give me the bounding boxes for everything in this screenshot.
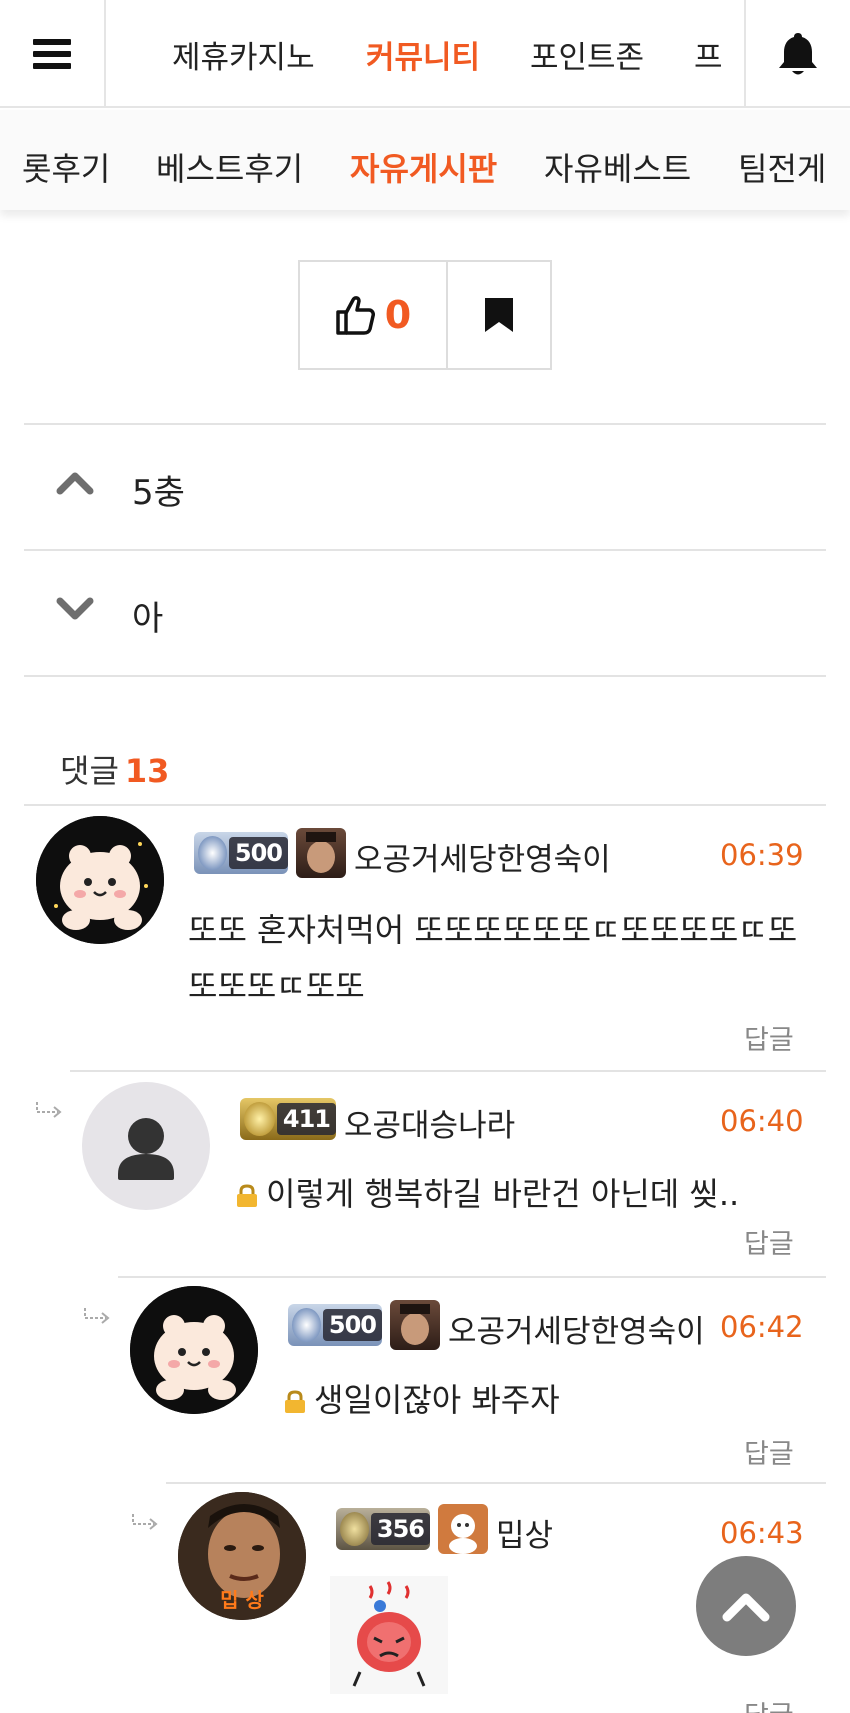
level-emblem-icon	[244, 1102, 275, 1136]
default-user-icon	[118, 1118, 174, 1180]
user-icon-image	[438, 1504, 488, 1554]
scroll-top-button[interactable]	[696, 1556, 796, 1656]
level-emblem-icon	[292, 1308, 321, 1342]
level-number: 500	[228, 837, 288, 869]
comments-count: 13	[124, 752, 170, 790]
comment-item: 411 오공대승나라 06:40 이렇게 행복하길 바란건 아닌데 씾.. 답글	[36, 1070, 826, 1276]
bell-icon	[779, 33, 817, 75]
comment-text: 또또 혼자처먹어 또또또또또또ㄸ또또또또ㄸ또 또또또ㄸ또또	[188, 911, 798, 1005]
menu-button[interactable]	[0, 0, 106, 108]
prev-post-title: 5충	[132, 473, 185, 513]
level-badge: 411	[240, 1098, 336, 1140]
board-tabs: 롯후기 베스트후기 자유게시판 자유베스트 팀전게	[0, 110, 850, 210]
comment-time: 06:40	[720, 1104, 804, 1138]
post-actions: 0	[298, 260, 552, 370]
chevron-down-icon	[56, 597, 94, 620]
avatar[interactable]: 밉 상	[178, 1492, 306, 1620]
comment-divider	[24, 804, 826, 806]
level-badge: 500	[194, 832, 288, 874]
tab-free-board[interactable]: 자유게시판	[350, 144, 497, 190]
face-photo-icon	[400, 1304, 430, 1345]
top-nav-item-casino[interactable]: 제휴카지노	[172, 32, 315, 77]
sticker-image	[330, 1576, 448, 1694]
user-icon-image	[390, 1300, 440, 1350]
comment-text: 생일이잖아 봐주자	[282, 1372, 822, 1428]
character-icon	[449, 1514, 477, 1554]
bookmark-button[interactable]	[448, 262, 550, 368]
avatar-overlay-label: 밉 상	[220, 1588, 264, 1612]
notification-button[interactable]	[744, 0, 850, 108]
cat-character-icon	[36, 816, 164, 944]
comment-divider	[166, 1482, 826, 1484]
comment-item: 500 오공거세당한영숙이 06:42 생일이잖아 봐주자 답글	[84, 1276, 826, 1482]
comments-header: 댓글 13	[60, 746, 169, 792]
comment-time: 06:43	[720, 1516, 804, 1550]
chevron-up-icon	[56, 472, 94, 495]
lock-icon	[285, 1390, 305, 1413]
hamburger-icon	[33, 39, 71, 69]
comment-text-content: 이렇게 행복하길 바란건 아닌데 씾..	[266, 1175, 740, 1213]
comment-author[interactable]: 오공대승나라	[344, 1100, 515, 1145]
comments-label: 댓글	[60, 752, 119, 790]
level-number: 500	[322, 1309, 382, 1341]
comment-text: 이렇게 행복하길 바란건 아닌데 씾..	[234, 1166, 824, 1222]
tab-lotte-review[interactable]: 롯후기	[22, 144, 110, 190]
like-button[interactable]: 0	[300, 262, 448, 368]
comment-author[interactable]: 밉상	[496, 1510, 553, 1555]
chevron-up-icon	[722, 1593, 770, 1622]
comment-item: 500 오공거세당한영숙이 06:39 또또 혼자처먹어 또또또또또또ㄸ또또또또…	[24, 804, 826, 1070]
prev-post-link[interactable]: 5충	[24, 425, 826, 549]
comment-time: 06:42	[720, 1310, 804, 1344]
next-post-title: 아	[132, 599, 164, 639]
tab-team-game[interactable]: 팀전게	[738, 144, 826, 190]
thumbs-up-icon	[336, 296, 375, 335]
tab-free-best[interactable]: 자유베스트	[544, 144, 691, 190]
comment-author[interactable]: 오공거세당한영숙이	[354, 834, 611, 879]
level-badge: 356	[336, 1508, 430, 1550]
comment-text-content: 생일이잖아 봐주자	[314, 1381, 560, 1419]
comment-divider	[118, 1276, 826, 1278]
bookmark-icon	[485, 298, 513, 332]
avatar[interactable]	[130, 1286, 258, 1414]
level-number: 411	[276, 1103, 336, 1135]
reply-button[interactable]: 답글	[744, 1018, 794, 1057]
top-nav-item-pointzone[interactable]: 포인트존	[530, 32, 644, 77]
like-count: 0	[384, 293, 412, 337]
comment-author[interactable]: 오공거세당한영숙이	[448, 1306, 705, 1351]
top-nav-item-partial[interactable]: 프	[694, 32, 723, 77]
avatar[interactable]	[82, 1082, 210, 1210]
reply-arrow-icon	[132, 1514, 158, 1530]
reply-button[interactable]: 답글	[744, 1222, 794, 1261]
reply-button[interactable]: 답글	[744, 1694, 794, 1713]
comment-time: 06:39	[720, 838, 804, 872]
reply-arrow-icon	[36, 1102, 62, 1118]
next-post-link[interactable]: 아	[24, 551, 826, 675]
face-photo-icon	[306, 832, 336, 873]
cat-character-icon	[130, 1286, 258, 1414]
angry-sticker-icon	[352, 1581, 426, 1687]
top-nav-list: 제휴카지노 커뮤니티 포인트존 프	[106, 0, 744, 108]
lock-icon	[237, 1184, 257, 1207]
level-badge: 500	[288, 1304, 382, 1346]
reply-arrow-icon	[84, 1308, 110, 1324]
top-nav-bar: 제휴카지노 커뮤니티 포인트존 프	[0, 0, 850, 108]
level-emblem-icon	[340, 1512, 369, 1546]
comment-divider	[70, 1070, 826, 1072]
reply-button[interactable]: 답글	[744, 1432, 794, 1471]
tab-best-review[interactable]: 베스트후기	[156, 144, 303, 190]
top-nav-item-community[interactable]: 커뮤니티	[366, 32, 480, 77]
level-number: 356	[370, 1513, 430, 1545]
level-emblem-icon	[198, 836, 227, 870]
divider	[24, 675, 826, 677]
user-icon-image	[296, 828, 346, 878]
avatar[interactable]	[36, 816, 164, 944]
